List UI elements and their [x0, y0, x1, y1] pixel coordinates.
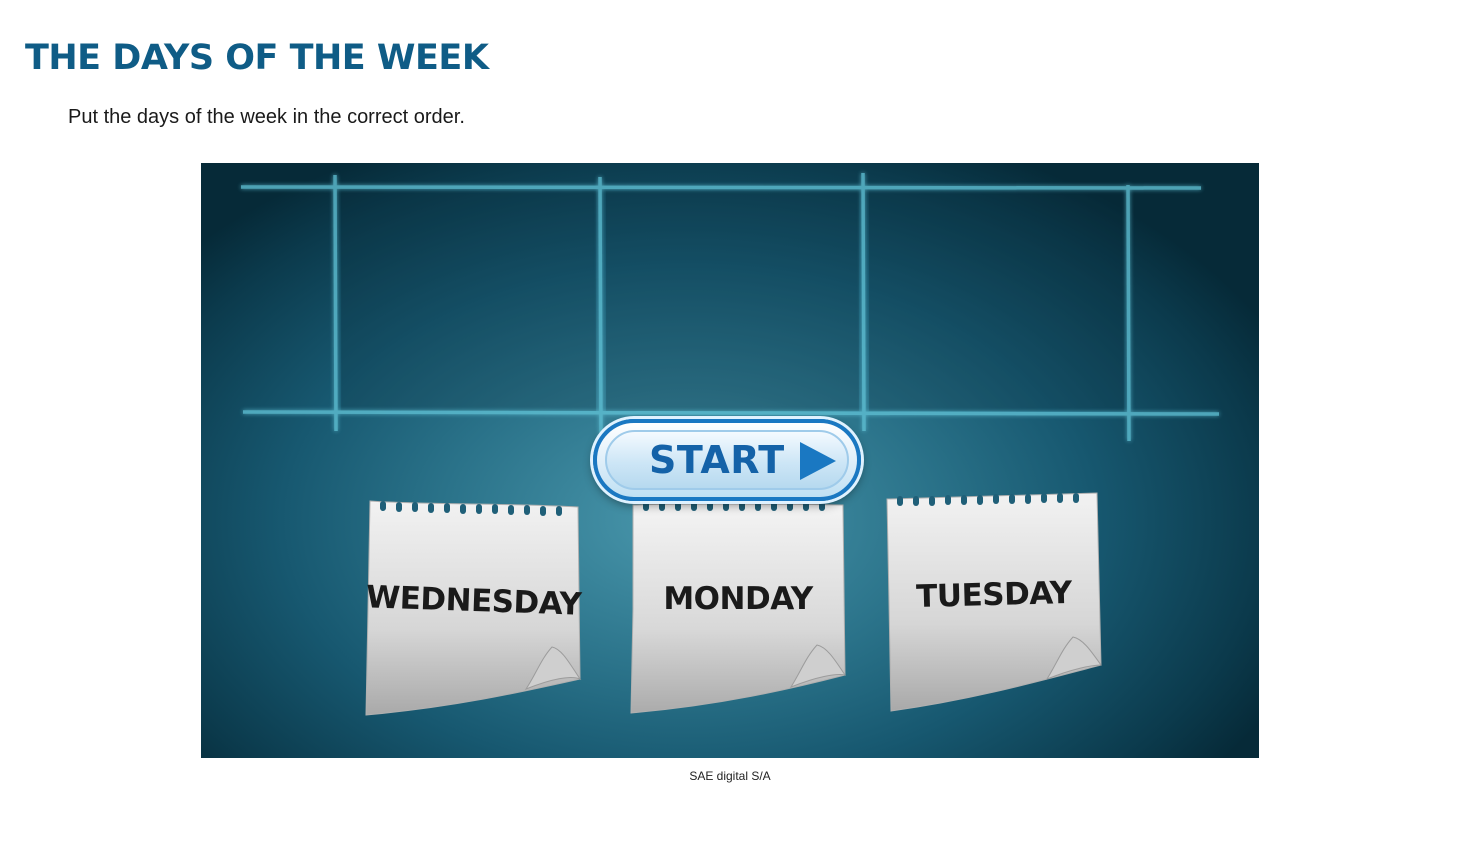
instruction-text: Put the days of the week in the correct … — [68, 106, 465, 128]
page-title: THE DAYS OF THE WEEK — [25, 38, 489, 78]
play-icon — [800, 442, 836, 480]
day-card-1[interactable]: WEDNESDAY — [365, 499, 582, 716]
day-card-label: MONDAY — [663, 581, 813, 617]
start-button[interactable]: START — [593, 419, 861, 501]
day-card-3[interactable]: TUESDAY — [886, 492, 1102, 712]
start-button-label: START — [649, 438, 785, 482]
game-canvas[interactable]: WEDNESDAY MONDAY TUESDAY START — [201, 163, 1259, 758]
day-card-label: WEDNESDAY — [365, 579, 582, 623]
day-card-label: TUESDAY — [915, 574, 1073, 616]
day-card-2[interactable]: MONDAY — [630, 499, 847, 714]
image-credit: SAE digital S/A — [689, 769, 771, 783]
activity-page: THE DAYS OF THE WEEK Put the days of the… — [0, 0, 1460, 850]
